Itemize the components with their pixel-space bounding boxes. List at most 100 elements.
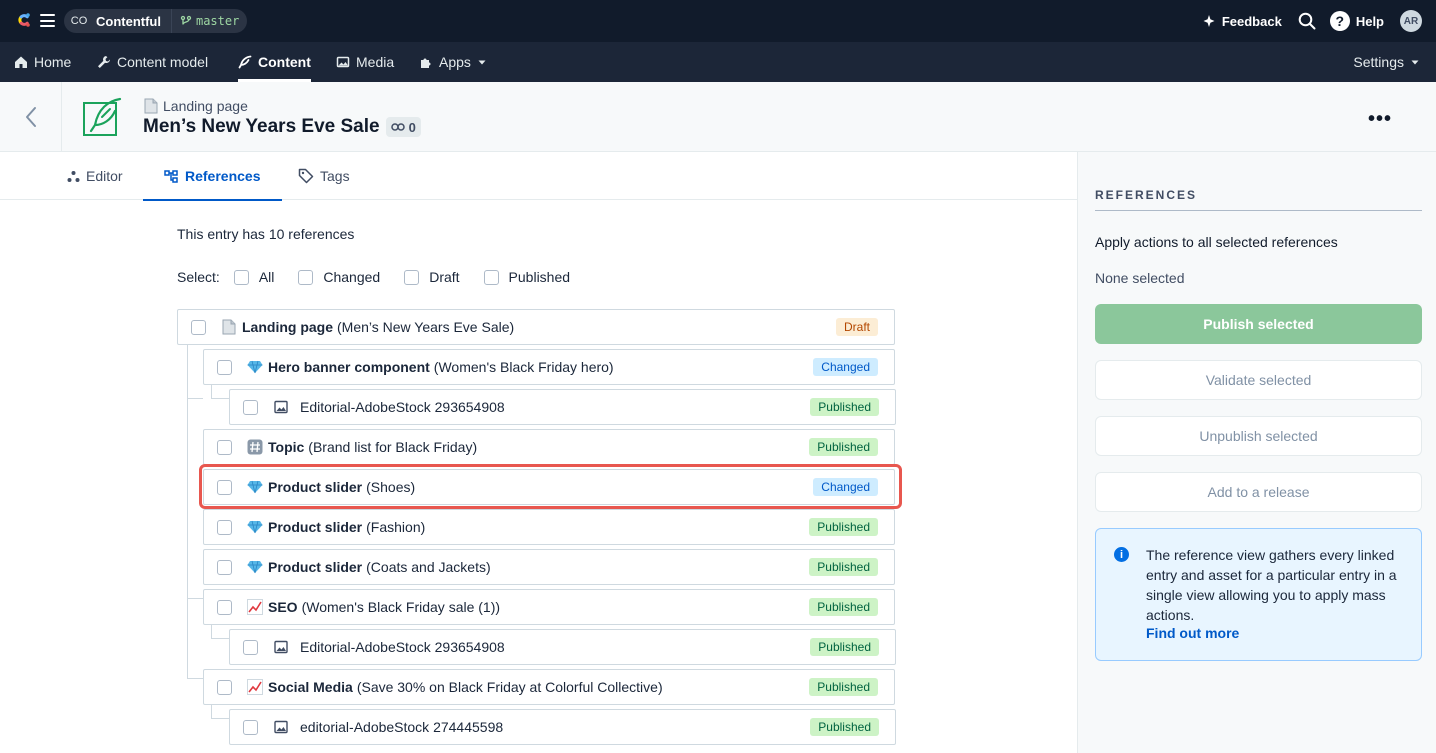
- nav-content-model-label: Content model: [117, 54, 209, 70]
- entry-header: Landing page Men’s New Years Eve Sale 0 …: [0, 82, 1436, 152]
- main-nav: Home Content model Content Media Apps Se…: [0, 42, 1436, 82]
- validate-selected-button[interactable]: Validate selected: [1095, 360, 1422, 400]
- help-label: Help: [1355, 13, 1384, 29]
- search-icon[interactable]: [1298, 12, 1316, 30]
- reference-desc: (Fashion): [366, 519, 426, 535]
- select-draft-option[interactable]: Draft: [404, 269, 460, 285]
- tree-connector: [211, 385, 229, 399]
- reference-row[interactable]: SEO (Women's Black Friday sale (1)) Publ…: [203, 589, 895, 625]
- image-icon: [336, 56, 350, 68]
- reference-name: Hero banner component: [268, 359, 430, 375]
- tab-tags[interactable]: Tags: [298, 152, 350, 200]
- reference-row[interactable]: editorial-AdobeStock 274445598 Published: [229, 709, 896, 745]
- references-sidebar: REFERENCES Apply actions to all selected…: [1077, 152, 1436, 753]
- chart-icon: [246, 598, 264, 616]
- reference-row[interactable]: Product slider (Coats and Jackets) Publi…: [203, 549, 895, 585]
- nav-apps[interactable]: Apps: [419, 42, 487, 82]
- nav-apps-label: Apps: [439, 54, 471, 70]
- content-type-label: Landing page: [144, 98, 248, 114]
- nav-content[interactable]: Content: [238, 42, 311, 82]
- environment-switcher[interactable]: master: [170, 9, 239, 33]
- tab-references[interactable]: References: [143, 152, 282, 201]
- reference-row[interactable]: Editorial-AdobeStock 293654908 Published: [229, 389, 896, 425]
- nav-media[interactable]: Media: [336, 42, 394, 82]
- row-checkbox[interactable]: [217, 679, 232, 695]
- back-button[interactable]: [0, 82, 62, 151]
- feedback-button[interactable]: Feedback: [1202, 14, 1282, 29]
- caret-down-icon: [1411, 60, 1419, 65]
- row-checkbox[interactable]: [217, 559, 232, 575]
- select-changed-option[interactable]: Changed: [298, 269, 380, 285]
- info-text: The reference view gathers every linked …: [1146, 547, 1397, 623]
- row-checkbox[interactable]: [217, 439, 232, 455]
- tag-icon: [298, 168, 314, 184]
- row-checkbox[interactable]: [217, 519, 232, 535]
- reference-row[interactable]: Landing page (Men’s New Years Eve Sale) …: [177, 309, 895, 345]
- publish-selected-button[interactable]: Publish selected: [1095, 304, 1422, 344]
- row-checkbox[interactable]: [243, 719, 258, 735]
- reference-desc: (Save 30% on Black Friday at Colorful Co…: [356, 679, 663, 695]
- gem-icon: [246, 518, 264, 536]
- add-to-release-button[interactable]: Add to a release: [1095, 472, 1422, 512]
- row-checkbox[interactable]: [217, 359, 232, 375]
- page-icon: [144, 98, 158, 114]
- row-checkbox[interactable]: [243, 639, 258, 655]
- status-badge: Published: [809, 438, 878, 456]
- reference-name: Landing page: [242, 319, 333, 335]
- reference-row[interactable]: Editorial-AdobeStock 293654908 Published: [229, 629, 896, 665]
- feather-icon: [238, 55, 252, 69]
- editor-icon: [67, 170, 80, 182]
- none-selected-text: None selected: [1095, 270, 1185, 286]
- space-avatar: CO: [70, 15, 88, 27]
- reference-desc: (Coats and Jackets): [366, 559, 491, 575]
- reference-desc: Editorial-AdobeStock 293654908: [300, 399, 505, 415]
- apply-actions-text: Apply actions to all selected references: [1095, 234, 1338, 250]
- status-badge: Published: [809, 518, 878, 536]
- status-badge: Changed: [813, 358, 878, 376]
- select-all-option[interactable]: All: [233, 269, 274, 285]
- select-changed-label: Changed: [323, 269, 381, 285]
- reference-name: Social Media: [268, 679, 353, 695]
- select-filter-row: Select: All Changed Draft Published: [177, 269, 594, 285]
- select-published-checkbox[interactable]: [483, 269, 499, 285]
- nav-settings[interactable]: Settings: [1353, 42, 1420, 82]
- reference-row[interactable]: Topic (Brand list for Black Friday) Publ…: [203, 429, 895, 465]
- nav-content-model[interactable]: Content model: [97, 42, 208, 82]
- status-badge: Published: [810, 718, 879, 736]
- find-out-more-link[interactable]: Find out more: [1146, 625, 1239, 641]
- reference-desc: Editorial-AdobeStock 293654908: [300, 639, 505, 655]
- reference-name: Product slider: [268, 519, 363, 535]
- status-badge: Published: [810, 398, 879, 416]
- tab-editor[interactable]: Editor: [67, 152, 123, 200]
- row-checkbox[interactable]: [243, 399, 258, 415]
- incoming-links-badge[interactable]: 0: [385, 117, 421, 137]
- caret-down-icon: [478, 60, 486, 65]
- row-checkbox[interactable]: [191, 319, 206, 335]
- help-button[interactable]: ? Help: [1329, 11, 1384, 31]
- select-draft-checkbox[interactable]: [404, 269, 420, 285]
- hash-icon: [246, 438, 264, 456]
- nav-home[interactable]: Home: [14, 42, 71, 82]
- reference-row[interactable]: Hero banner component (Women's Black Fri…: [203, 349, 895, 385]
- space-switcher[interactable]: CO Contentful master: [64, 9, 248, 33]
- select-published-label: Published: [508, 269, 571, 285]
- more-actions-icon[interactable]: •••: [1368, 108, 1392, 131]
- incoming-links-count: 0: [408, 119, 416, 135]
- menu-icon[interactable]: [40, 14, 55, 27]
- reference-row[interactable]: Social Media (Save 30% on Black Friday a…: [203, 669, 895, 705]
- select-published-option[interactable]: Published: [483, 269, 571, 285]
- reference-row[interactable]: Product slider (Fashion) Published: [203, 509, 895, 545]
- user-avatar[interactable]: AR: [1400, 10, 1422, 32]
- status-badge: Draft: [835, 318, 878, 336]
- contentful-logo-icon[interactable]: [14, 10, 34, 30]
- gem-icon: [246, 358, 264, 376]
- select-all-checkbox[interactable]: [233, 269, 249, 285]
- help-icon: ?: [1329, 11, 1350, 31]
- select-changed-checkbox[interactable]: [298, 269, 314, 285]
- chevron-left-icon: [25, 106, 36, 127]
- references-panel: This entry has 10 references Select: All…: [0, 200, 1077, 753]
- unpublish-selected-button[interactable]: Unpublish selected: [1095, 416, 1422, 456]
- tree-connector: [211, 625, 229, 639]
- row-checkbox[interactable]: [217, 599, 232, 615]
- sidebar-heading: REFERENCES: [1095, 188, 1422, 211]
